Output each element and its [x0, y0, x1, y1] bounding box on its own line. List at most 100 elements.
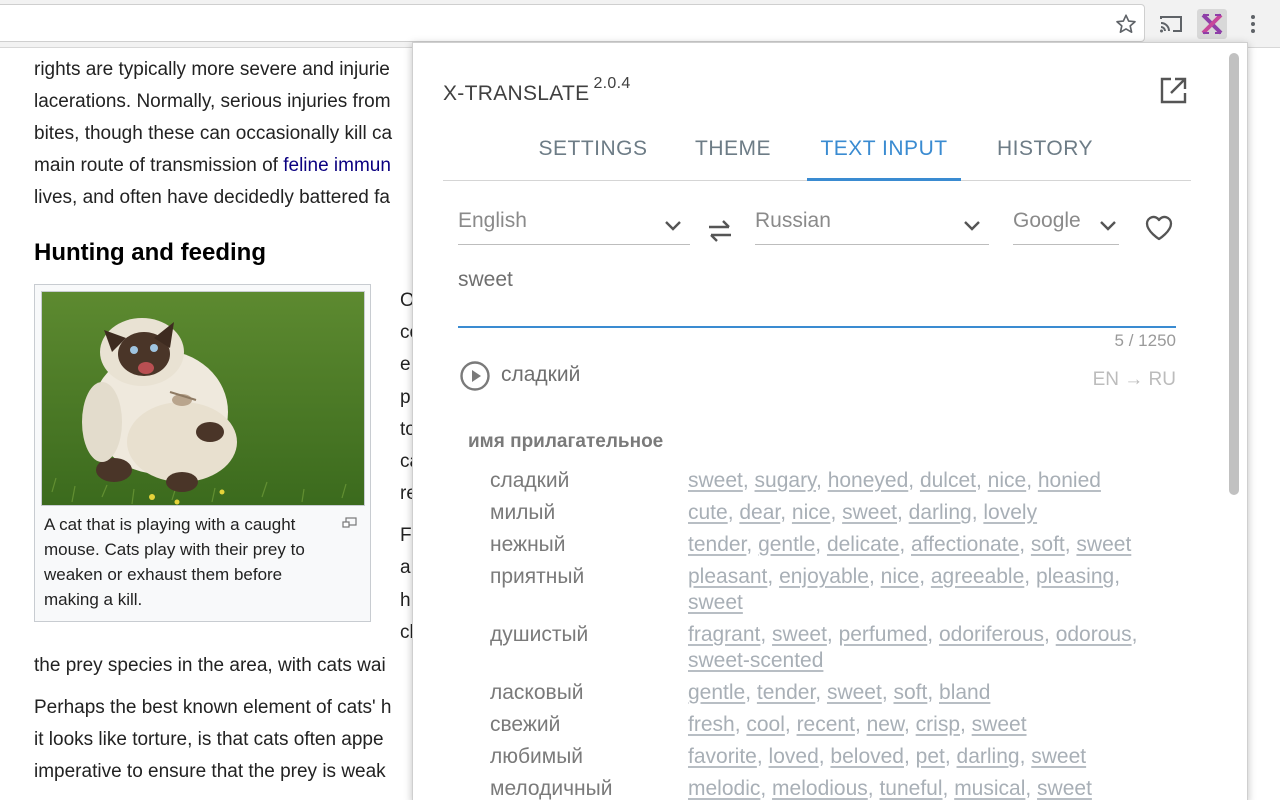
dictionary-row: сладкий sweet, sugary, honeyed, dulcet, n… [490, 468, 1190, 494]
app-name: X-TRANSLATE [443, 82, 590, 105]
synonym-link[interactable]: sweet [827, 681, 882, 704]
synonym-link[interactable]: agreeable [931, 565, 1024, 588]
synonym-link[interactable]: lovely [983, 501, 1037, 524]
target-language-select[interactable]: Russian [755, 209, 989, 245]
swap-languages-icon[interactable] [705, 216, 735, 246]
address-bar[interactable] [0, 4, 1145, 42]
synonym-link[interactable]: tuneful [879, 777, 942, 800]
synonym-link[interactable]: cute [688, 501, 728, 524]
article-fragment: a [400, 557, 411, 578]
synonym-link[interactable]: sweet [1076, 533, 1131, 556]
tab-text-input[interactable]: TEXT INPUT [807, 137, 961, 181]
synonym-link[interactable]: odoriferous [939, 623, 1044, 646]
synonym-link[interactable]: beloved [830, 745, 904, 768]
translation-engine-select[interactable]: Google [1013, 209, 1119, 245]
feline-immunodeficiency-link[interactable]: feline immun [283, 155, 391, 176]
synonym-link[interactable]: honied [1038, 469, 1101, 492]
article-fragment: p [400, 387, 411, 408]
synonym-link[interactable]: crisp [916, 713, 960, 736]
translation-result: сладкий [501, 363, 581, 386]
synonym-link[interactable]: gentle [688, 681, 745, 704]
tab-theme[interactable]: THEME [695, 137, 771, 181]
synonym-link[interactable]: pleasing [1036, 565, 1114, 588]
synonym-link[interactable]: affectionate [911, 533, 1019, 556]
tab-settings[interactable]: SETTINGS [539, 137, 648, 181]
synonym-link[interactable]: sweet [842, 501, 897, 524]
synonym-link[interactable]: soft [1031, 533, 1065, 556]
article-line: rights are typically more severe and inj… [34, 59, 390, 80]
dictionary-word: душистый [490, 623, 589, 646]
synonym-link[interactable]: nice [792, 501, 831, 524]
synonym-link[interactable]: musical [954, 777, 1025, 800]
synonym-link[interactable]: cool [746, 713, 785, 736]
synonym-link[interactable]: recent [797, 713, 855, 736]
synonym-link[interactable]: favorite [688, 745, 757, 768]
article-text: main route of transmission of [34, 155, 284, 176]
synonym-link[interactable]: sweet [1031, 745, 1086, 768]
synonym-link[interactable]: fresh [688, 713, 735, 736]
synonym-link[interactable]: melodious [772, 777, 868, 800]
part-of-speech-heading: имя прилагательное [468, 431, 664, 452]
article-line: lives, and often have decidedly battered… [34, 187, 390, 208]
synonym-link[interactable]: sweet [688, 591, 743, 614]
source-language-select[interactable]: English [458, 209, 690, 245]
synonym-list: gentle, tender, sweet, soft, bland [688, 681, 991, 704]
cast-icon[interactable] [1156, 9, 1186, 39]
synonym-link[interactable]: enjoyable [779, 565, 869, 588]
chevron-down-icon [1099, 214, 1117, 238]
synonym-link[interactable]: sweet [688, 469, 743, 492]
tab-history[interactable]: HISTORY [997, 137, 1093, 181]
synonym-link[interactable]: tender [757, 681, 815, 704]
synonym-link[interactable]: gentle [758, 533, 815, 556]
dictionary-row: ласковый gentle, tender, sweet, soft, bla… [490, 680, 1190, 706]
synonym-link[interactable]: dulcet [920, 469, 976, 492]
synonym-link[interactable]: tender [688, 533, 746, 556]
synonym-link[interactable]: bland [939, 681, 990, 704]
synonym-link[interactable]: sugary [755, 469, 816, 492]
synonym-link[interactable]: sweet [772, 623, 827, 646]
synonym-link[interactable]: darling [957, 745, 1020, 768]
x-translate-popup: X-TRANSLATE 2.0.4 SETTINGS THEME TEXT INP… [412, 42, 1248, 800]
dictionary-word: приятный [490, 565, 585, 588]
synonym-link[interactable]: nice [988, 469, 1027, 492]
synonym-link[interactable]: soft [893, 681, 927, 704]
text-input-field[interactable]: sweet [458, 268, 1176, 328]
dictionary-word: ласковый [490, 681, 584, 704]
dictionary-row: свежий fresh, cool, recent, new, crisp, s… [490, 712, 1190, 738]
char-counter: 5 / 1250 [1114, 331, 1176, 350]
synonym-link[interactable]: pleasant [688, 565, 767, 588]
synonym-list: melodic, melodious, tuneful, musical, sw… [688, 777, 1092, 800]
synonym-link[interactable]: honeyed [828, 469, 909, 492]
more-menu-icon[interactable] [1238, 9, 1268, 39]
synonym-link[interactable]: sweet [972, 713, 1027, 736]
cat-photo[interactable] [41, 291, 365, 506]
synonym-link[interactable]: loved [769, 745, 819, 768]
synonym-link[interactable]: darling [909, 501, 972, 524]
article-line: Perhaps the best known element of cats' … [34, 697, 392, 718]
synonym-link[interactable]: dear [739, 501, 780, 524]
synonym-link[interactable]: melodic [688, 777, 760, 800]
chevron-down-icon [963, 214, 981, 238]
enlarge-icon[interactable] [342, 513, 358, 535]
open-in-new-window-icon[interactable] [1158, 76, 1188, 106]
synonym-link[interactable]: fragrant [688, 623, 760, 646]
synonym-link[interactable]: new [867, 713, 904, 736]
synonym-link[interactable]: delicate [827, 533, 899, 556]
synonym-list: cute, dear, nice, sweet, darling, lovely [688, 501, 1038, 524]
synonym-link[interactable]: sweet-scented [688, 649, 823, 672]
article-line: the prey species in the area, with cats … [34, 655, 386, 676]
favorite-heart-icon[interactable] [1143, 212, 1175, 244]
popup-scrollbar[interactable] [1229, 53, 1239, 495]
app-title: X-TRANSLATE 2.0.4 [443, 75, 631, 106]
article-line: lacerations. Normally, serious injuries … [34, 91, 391, 112]
play-audio-icon[interactable] [459, 360, 491, 392]
synonym-link[interactable]: perfumed [839, 623, 928, 646]
x-translate-extension-icon[interactable] [1197, 9, 1227, 39]
synonym-link[interactable]: sweet [1037, 777, 1092, 800]
star-icon[interactable] [1111, 9, 1141, 39]
article-line: imperative to ensure that the prey is we… [34, 761, 386, 782]
synonym-link[interactable]: nice [881, 565, 920, 588]
synonym-link[interactable]: pet [916, 745, 945, 768]
synonym-link[interactable]: odorous [1056, 623, 1132, 646]
dictionary-row: любимый favorite, loved, beloved, pet, da… [490, 744, 1190, 770]
